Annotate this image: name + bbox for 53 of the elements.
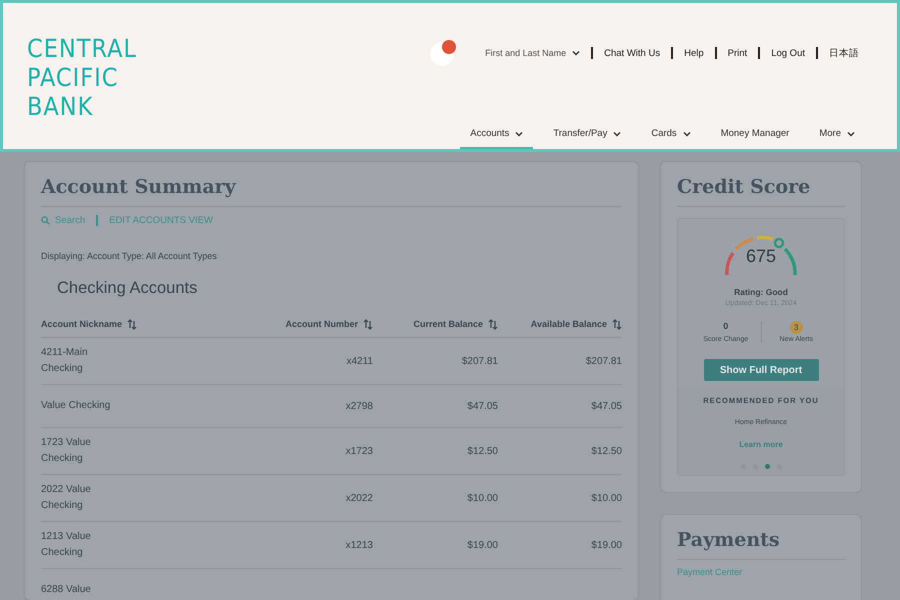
table-cell-text: $207.81 [460,356,498,366]
table-cell-text: $47.05 [590,400,622,412]
credit-score-value: 675 [744,246,778,267]
search-icon [41,216,50,225]
header-link[interactable]: 日本語 [829,46,859,60]
stat-value: 0 [723,321,728,333]
table-cell-text: x1213 [344,540,373,550]
column-header[interactable]: Current Balance [373,318,498,330]
table-cell-text: $207.81 [584,356,622,366]
table-cell-text: $10.00 [466,492,498,504]
card-title: Credit Score [677,176,845,207]
header-link[interactable]: First and Last Name [485,48,580,58]
account-nickname[interactable]: 2022 Value Checking [41,482,129,514]
header-link[interactable]: Print [728,48,748,58]
table-cell-text: $19.00 [590,540,622,550]
show-report-button[interactable]: Show Full Report [704,359,818,381]
filter-text: Displaying: Account Type: All Account Types [41,251,218,261]
header-link[interactable]: Chat With Us [604,48,660,58]
sort-icon[interactable] [488,318,498,330]
table-cell-text: $19.00 [466,540,498,550]
column-header[interactable]: Account Nickname [41,318,243,330]
section-heading: Checking Accounts [57,279,198,298]
nav-tab[interactable]: Cards [641,128,701,149]
table-cell-text: x4211 [345,356,373,366]
account-nickname[interactable]: 1213 Value Checking [41,529,129,561]
card-title: Account Summary [41,176,622,207]
sort-icon[interactable] [612,318,622,330]
table-cell-text: x2798 [344,400,373,412]
alert-count-badge: 3 [790,321,803,334]
account-nickname[interactable]: 4211-Main Checking [41,345,129,377]
table-cell-text: $10.00 [590,492,622,504]
account-nickname[interactable]: 1723 Value Checking [41,435,129,467]
table-cell-text: $47.05 [466,400,498,412]
account-nickname[interactable]: Value Checking [41,398,129,414]
nav-tab[interactable]: Accounts [460,128,534,149]
table-cell-text: x1723 [344,446,373,456]
column-header[interactable]: Account Number [243,318,373,330]
card-title: Payments [677,529,845,560]
header-link[interactable]: Help [684,48,704,58]
table-cell-text: $12.50 [466,446,498,456]
table-cell-text: $12.50 [590,446,622,456]
bank-logo[interactable]: CENTRAL PACIFIC BANK [27,34,137,149]
carousel-dot[interactable] [764,464,770,469]
rating-text: Rating: Good [734,287,788,297]
nav-tab[interactable]: Transfer/Pay [543,128,632,149]
sort-icon[interactable] [363,318,373,330]
account-nickname[interactable]: 6288 Value [41,582,129,598]
header-link[interactable]: Log Out [771,48,805,58]
nav-tab[interactable]: Money Manager [710,128,800,149]
sort-icon[interactable] [127,318,138,330]
table-cell-text: x2022 [344,492,373,504]
nav-tab[interactable]: More [809,128,865,149]
column-header[interactable]: Available Balance [498,318,622,330]
